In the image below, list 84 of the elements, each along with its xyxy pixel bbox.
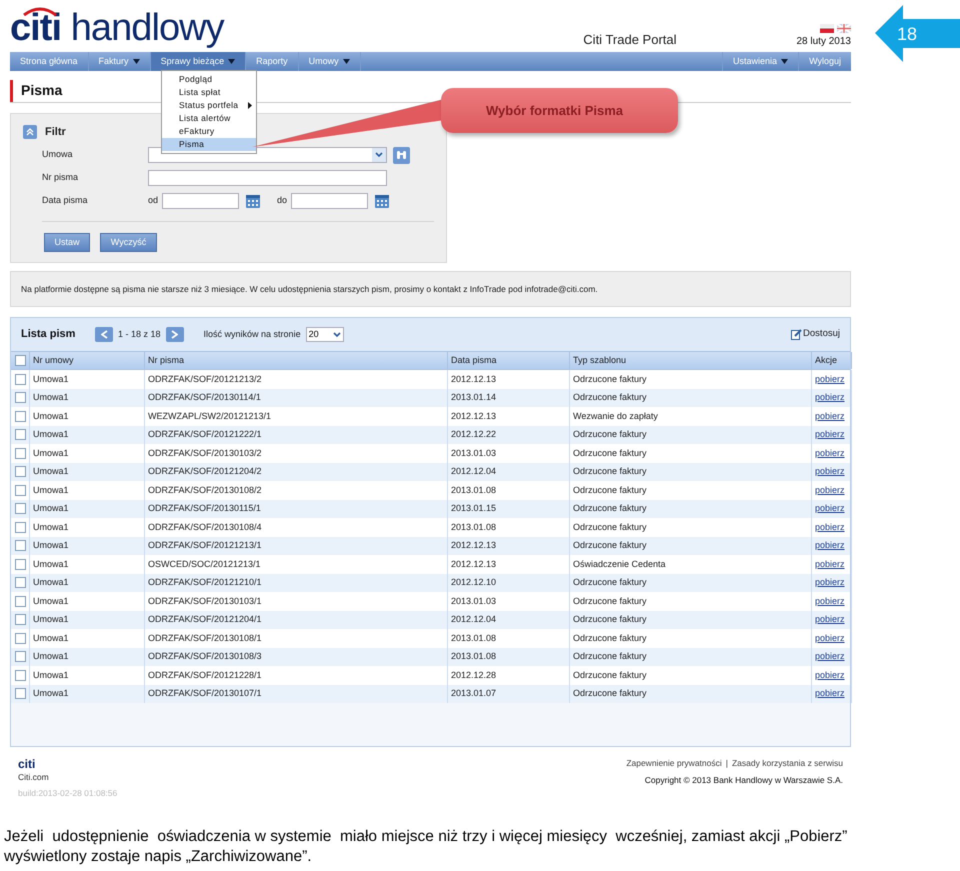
menu-item[interactable]: Lista spłat [162,86,256,99]
terms-link[interactable]: Zasady korzystania z serwisu [732,757,843,770]
column-header: Nr umowy [30,352,145,369]
per-page-label: Ilość wyników na stronie [204,328,301,341]
row-checkbox[interactable] [14,484,26,496]
slide-number: 18 [897,23,918,46]
title-accent [10,80,13,102]
row-checkbox[interactable] [14,596,26,607]
nav-item[interactable]: Sprawy bieżące [150,52,246,71]
row-checkbox[interactable] [14,429,26,440]
callout: Wybór formatki Pisma [441,88,678,133]
caret-icon [342,59,350,64]
menu-item[interactable]: Status portfela [162,99,256,112]
slide-arrow-icon [875,5,960,62]
previous-page-button[interactable] [95,327,113,342]
row-checkbox[interactable] [14,374,26,385]
page-range: 1 - 18 z 18 [118,328,161,341]
field-label: Umowa [42,148,74,162]
dropdown-icon [330,332,343,338]
portal-title: Citi Trade Portal [583,30,676,48]
from-label: od [148,194,160,208]
menu-item[interactable]: Pisma [162,138,256,151]
date-from-field[interactable] [162,193,239,209]
row-checkbox[interactable] [14,688,26,700]
calendar-icon[interactable] [245,193,261,209]
row-checkbox[interactable] [14,577,26,588]
table-cell: 2013.01.07 [448,684,570,703]
page-title: Pisma [21,81,62,100]
field-label: Nr pisma [42,171,80,184]
next-page-button[interactable] [166,327,184,342]
nr-pisma-field[interactable] [148,170,387,186]
row-checkbox[interactable] [14,410,26,422]
menu-item[interactable]: Lista alertów [162,112,256,125]
edit-icon [791,329,802,340]
build-info: build:2013-02-28 01:08:56 [18,786,118,800]
separator: | [726,757,728,770]
column-header: Nr pisma [145,352,448,369]
caret-icon [132,59,140,64]
row-checkbox[interactable] [14,522,26,533]
dropdown-icon[interactable] [372,148,386,162]
caption: Jeżeli udostępnienie oświadczenia w systemie miało miejsce niż trzy i więcej miesięcy wcześniej, zamiast akcji „Pobierz” wyświetlony zostaje napis „Zarchiwizowane”. [4,827,848,867]
footer-logo: citi [18,757,36,771]
row-checkbox[interactable] [14,448,26,459]
uk-flag-icon[interactable] [837,24,851,33]
privacy-link[interactable]: Zapewnienie prywatności [626,757,722,770]
collapse-icon[interactable] [23,125,37,139]
row-checkbox[interactable] [14,466,26,478]
row-checkbox[interactable] [14,503,26,514]
column-header: Data pisma [448,352,570,369]
date-label: 28 luty 2013 [796,35,851,49]
row-checkbox[interactable] [14,540,26,552]
row-checkbox[interactable] [14,614,26,626]
info-message: Na platformie dostępne są pisma nie starsze niż 3 miesiące. W celu udostępnienia starszych pism, prosimy o kontakt z InfoTrade pod infotrade@citi.com. [10,271,851,307]
poland-flag-icon[interactable] [820,24,834,33]
row-checkbox[interactable] [14,651,26,662]
field-label: Data pisma [42,194,89,208]
row-checkbox[interactable] [14,392,26,404]
copyright: Copyright © 2013 Bank Handlowy w Warszawie S.A. [644,774,843,786]
menu-item[interactable]: Podgląd [162,73,256,86]
per-page-select[interactable]: 20 [306,327,344,342]
to-label: do [277,194,288,208]
select-all-checkbox[interactable] [14,355,26,366]
submenu-arrow-icon [248,102,252,109]
filter-title: Filtr [45,124,66,140]
row-checkbox[interactable] [14,632,26,644]
table-cell: Odrzucone faktury [570,684,812,703]
row-checkbox[interactable] [14,558,26,570]
caret-icon [781,59,788,64]
chevron-left-icon [100,330,108,339]
row-checkbox[interactable] [14,670,26,681]
list-title: Lista pism [21,327,76,342]
customize-link[interactable]: Dostosuj [791,327,840,342]
download-link[interactable]: pobierz [812,684,852,703]
column-header: Akcje [812,352,852,369]
logo: citi handlowy [10,6,224,51]
site-link[interactable]: Citi.com [18,771,118,784]
table-cell: ODRZFAK/SOF/20130107/1 [145,684,448,703]
caret-icon [228,59,236,64]
column-header: Typ szablonu [570,352,812,369]
calendar-icon[interactable] [374,193,390,209]
menu-item[interactable]: eFaktury [162,125,256,138]
chevron-right-icon [171,330,178,339]
date-to-field[interactable] [291,193,368,209]
table-cell: Umowa1 [30,684,145,703]
